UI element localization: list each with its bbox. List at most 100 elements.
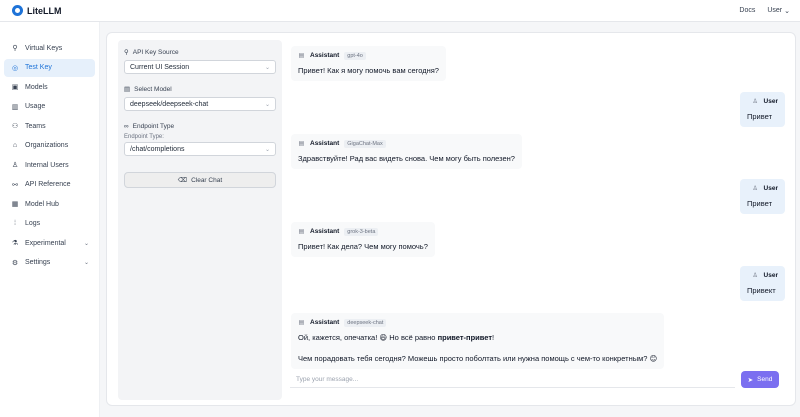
message-text: Привет <box>747 199 773 208</box>
sidebar-item-model-hub[interactable]: ▦ Model Hub <box>4 195 95 213</box>
message-composer: ➤ Send <box>290 371 785 389</box>
user-menu-label: User <box>767 7 783 14</box>
chevron-down-icon: ⌄ <box>264 146 270 153</box>
message-role: Assistant <box>310 319 340 326</box>
chevron-down-icon: ⌄ <box>83 240 89 247</box>
chat-message-assistant: ▤ Assistant grok-3-beta Привет! Как дела… <box>291 222 435 257</box>
bar-chart-icon: ▥ <box>11 103 19 111</box>
app-title: LiteLLM <box>27 5 62 16</box>
api-key-source-select[interactable]: Current UI Session ⌄ <box>124 60 276 74</box>
chat-messages: ▤ Assistant gpt-4o Привет! Как я могу по… <box>289 39 785 371</box>
sidebar-item-virtual-keys[interactable]: ⚲ Virtual Keys <box>4 39 95 57</box>
play-circle-icon: ◎ <box>11 64 19 72</box>
model-tag: deepseek-chat <box>344 318 387 327</box>
sidebar-item-label: Virtual Keys <box>25 44 63 52</box>
sidebar-item-logs[interactable]: ⦙ Logs <box>4 215 95 233</box>
message-text: Здравствуйте! Рад вас видеть снова. Чем … <box>298 154 515 163</box>
key-icon: ⚲ <box>12 45 18 52</box>
sidebar: ⚲ Virtual Keys ◎ Test Key ▣ Models ▥ Usa… <box>0 22 100 417</box>
sidebar-item-usage[interactable]: ▥ Usage <box>4 98 95 116</box>
bank-icon: ⌂ <box>12 142 18 149</box>
message-role: User <box>763 272 778 279</box>
gear-icon: ⚙ <box>11 259 19 267</box>
model-tag: gpt-4o <box>344 51 366 60</box>
robot-icon: ▤ <box>298 320 305 326</box>
user-menu[interactable]: User ⌄ <box>767 7 790 15</box>
message-input[interactable] <box>290 372 735 388</box>
sidebar-item-settings[interactable]: ⚙ Settings ⌄ <box>4 254 95 272</box>
endpoint-type-select[interactable]: /chat/completions ⌄ <box>124 142 276 156</box>
send-button[interactable]: ➤ Send <box>741 371 779 388</box>
sidebar-item-internal-users[interactable]: ♙ Internal Users <box>4 156 95 174</box>
link-icon: ∞ <box>124 122 129 130</box>
clear-chat-button[interactable]: ⌫ Clear Chat <box>124 172 276 188</box>
top-right-actions: Docs User ⌄ <box>739 7 790 15</box>
block-icon: ▣ <box>11 84 19 91</box>
chat-message-assistant: ▤ Assistant deepseek-chat Ой, кажется, о… <box>291 313 665 369</box>
endpoint-type-value: /chat/completions <box>130 145 185 153</box>
message-text-part: Ой, кажется, опечатка! 😄 Но всё равно <box>298 333 438 342</box>
sidebar-item-label: Usage <box>25 103 46 110</box>
sidebar-item-api-reference[interactable]: ⚯ API Reference <box>4 176 95 194</box>
logo-icon <box>12 5 23 16</box>
select-model-label-text: Select Model <box>134 85 172 93</box>
docs-link[interactable]: Docs <box>739 7 755 14</box>
model-select-value: deepseek/deepseek-chat <box>130 100 209 108</box>
chevron-down-icon: ⌄ <box>264 101 270 108</box>
send-icon: ➤ <box>747 376 754 384</box>
chevron-down-icon: ⌄ <box>83 260 89 266</box>
message-text: Привет! Как дела? Чем могу помочь? <box>298 242 428 251</box>
endpoint-type-sublabel: Endpoint Type: <box>124 134 164 140</box>
message-role: User <box>763 98 778 105</box>
message-role: Assistant <box>310 228 340 235</box>
sidebar-item-label: Models <box>25 83 48 91</box>
app-store-icon: ▦ <box>11 201 19 208</box>
sidebar-item-organizations[interactable]: ⌂ Organizations <box>4 137 95 155</box>
robot-icon: ▤ <box>298 53 305 59</box>
sidebar-item-label: Settings <box>25 259 51 266</box>
model-select[interactable]: deepseek/deepseek-chat ⌄ <box>124 97 276 111</box>
sidebar-item-test-key[interactable]: ◎ Test Key <box>4 58 95 77</box>
logo[interactable]: LiteLLM <box>12 5 62 16</box>
model-tag: grok-3-beta <box>344 227 379 236</box>
endpoint-type-label: ∞ Endpoint Type <box>124 120 276 132</box>
robot-icon: ▤ <box>124 86 131 93</box>
chevron-down-icon: ⌄ <box>784 7 790 15</box>
sidebar-item-label: Internal Users <box>25 161 69 169</box>
chat-message-assistant: ▤ Assistant gpt-4o Привет! Как я могу по… <box>291 46 446 81</box>
line-chart-icon: ⦙ <box>14 219 16 227</box>
chat-message-user: ♙ User Привект <box>740 266 785 301</box>
sidebar-item-teams[interactable]: ⚇ Teams <box>4 117 95 135</box>
api-key-source-value: Current UI Session <box>130 63 190 71</box>
message-text-bold: привет-привет <box>437 333 493 342</box>
send-button-label: Send <box>757 376 773 383</box>
message-text-line: Чем порадовать тебя сегодня? Можешь прос… <box>298 354 658 363</box>
message-text-line: Ой, кажется, опечатка! 😄 Но всё равно пр… <box>298 332 657 343</box>
sidebar-item-label: API Reference <box>25 181 71 188</box>
chevron-down-icon: ⌄ <box>264 64 270 71</box>
user-icon: ♙ <box>752 273 758 279</box>
api-key-source-label: ⚲ API Key Source <box>124 46 276 58</box>
sidebar-item-label: Experimental <box>25 239 66 247</box>
model-tag: GigaChat-Max <box>344 139 386 148</box>
endpoint-type-label-text: Endpoint Type <box>132 122 175 130</box>
sidebar-item-models[interactable]: ▣ Models <box>4 78 95 96</box>
robot-icon: ▤ <box>298 141 305 147</box>
robot-icon: ▤ <box>298 229 305 235</box>
config-panel: ⚲ API Key Source Current UI Session ⌄ ▤ … <box>118 40 282 400</box>
sidebar-item-experimental[interactable]: ⚗ Experimental ⌄ <box>4 234 95 252</box>
test-key-panel: ⚲ API Key Source Current UI Session ⌄ ▤ … <box>106 32 796 406</box>
sidebar-item-label: Test Key <box>25 64 52 71</box>
experiment-icon: ⚗ <box>11 240 19 247</box>
clear-icon: ⌫ <box>177 177 188 184</box>
api-key-source-label-text: API Key Source <box>132 48 179 56</box>
sidebar-item-label: Organizations <box>25 142 69 149</box>
sidebar-item-label: Logs <box>25 220 41 227</box>
message-text: Привект <box>747 286 776 295</box>
clear-chat-label: Clear Chat <box>191 176 223 184</box>
top-bar: LiteLLM Docs User ⌄ <box>0 0 800 22</box>
team-icon: ⚇ <box>11 123 19 130</box>
user-icon: ♙ <box>752 99 758 105</box>
sidebar-item-label: Model Hub <box>25 200 59 208</box>
api-icon: ⚯ <box>12 181 18 189</box>
